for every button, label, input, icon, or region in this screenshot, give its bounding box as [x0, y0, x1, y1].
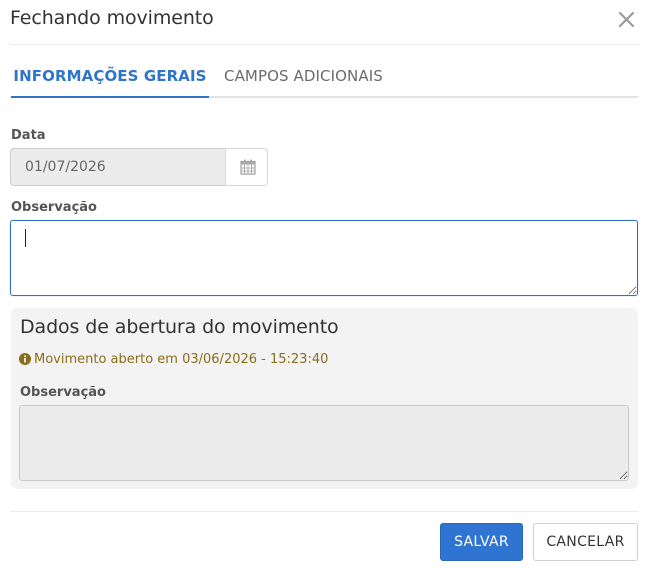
footer-divider [10, 511, 639, 512]
observacao-label: Observação [11, 200, 97, 215]
observacao-textarea[interactable] [10, 220, 638, 296]
opening-observacao-textarea [19, 405, 629, 481]
calendar-icon [240, 159, 256, 175]
save-button[interactable]: SALVAR [440, 523, 523, 561]
tab-informacoes-gerais[interactable]: INFORMAÇÕES GERAIS [11, 56, 209, 98]
opening-observacao-label: Observação [20, 385, 106, 400]
opening-data-panel: Dados de abertura do movimento Movimento… [11, 308, 638, 489]
modal-header: Fechando movimento [0, 0, 649, 44]
info-icon [19, 353, 31, 365]
date-input[interactable] [10, 148, 226, 186]
cancel-button[interactable]: CANCELAR [533, 523, 638, 561]
tab-campos-adicionais[interactable]: CAMPOS ADICIONAIS [224, 56, 383, 96]
header-divider [10, 44, 639, 45]
panel-title: Dados de abertura do movimento [20, 316, 339, 338]
close-icon[interactable] [617, 6, 637, 30]
opening-info-text: Movimento aberto em 03/06/2026 - 15:23:4… [34, 352, 329, 367]
opening-info: Movimento aberto em 03/06/2026 - 15:23:4… [19, 352, 328, 367]
tab-bar: INFORMAÇÕES GERAIS CAMPOS ADICIONAIS [11, 56, 638, 98]
date-label: Data [11, 128, 46, 143]
date-field-group [10, 148, 268, 186]
text-cursor [25, 229, 26, 247]
calendar-button[interactable] [225, 148, 268, 186]
modal-title: Fechando movimento [10, 7, 214, 29]
